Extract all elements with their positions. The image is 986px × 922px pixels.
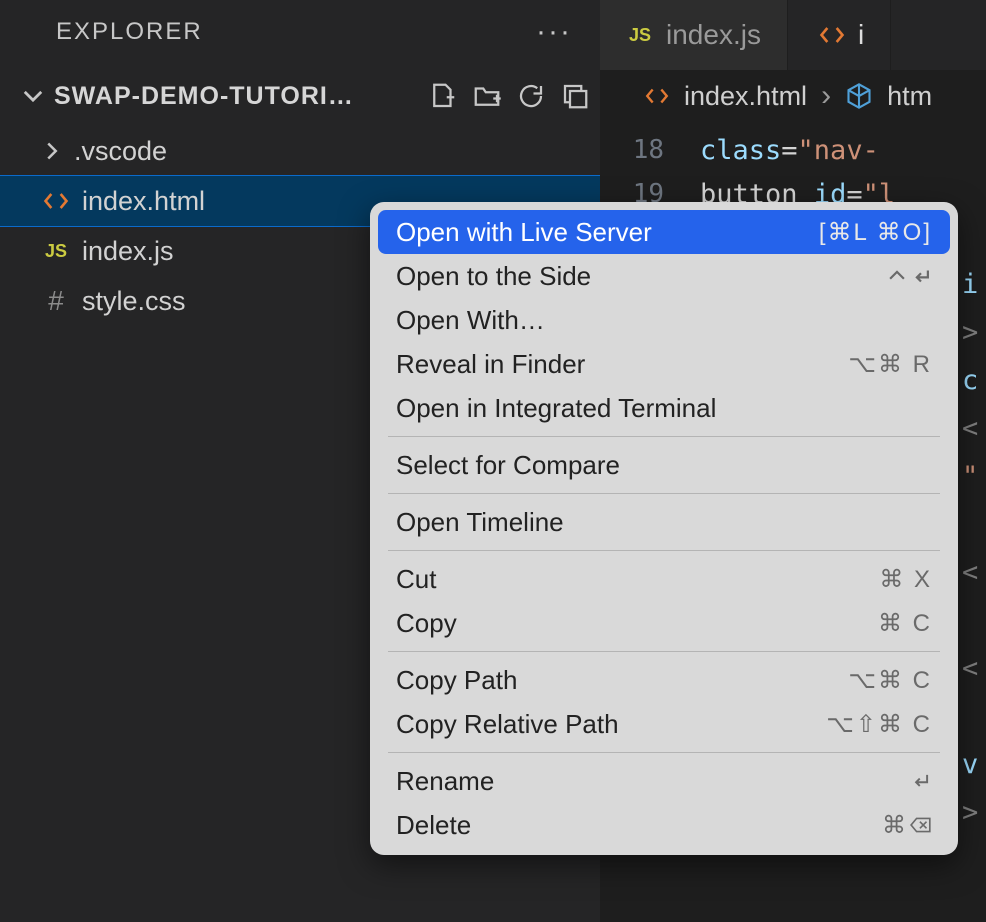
chevron-right-icon [42,141,62,161]
context-menu: Open with Live Server [⌘L ⌘O] Open to th… [370,202,958,855]
menu-open-timeline[interactable]: Open Timeline [378,500,950,544]
editor-tabs: JS index.js i [600,0,986,70]
menu-label: Open With… [396,305,545,336]
explorer-header: EXPLORER ··· [0,0,600,70]
menu-label: Open to the Side [396,261,591,292]
menu-separator [388,550,940,551]
breadcrumb-symbol: htm [887,81,932,112]
js-file-icon: JS [42,241,70,262]
breadcrumb-file: index.html [684,81,807,112]
menu-label: Open with Live Server [396,217,652,248]
section-header[interactable]: SWAP-DEMO-TUTORI… [0,70,600,122]
menu-label: Cut [396,564,436,595]
menu-shortcut: ⌘ X [879,565,932,594]
menu-shortcut: ⌘ C [878,609,932,638]
css-file-icon: # [42,285,70,317]
delete-icon [910,814,932,836]
enter-icon [910,265,932,287]
menu-delete[interactable]: Delete ⌘ [378,803,950,847]
html-file-icon [644,83,670,109]
section-title: SWAP-DEMO-TUTORI… [54,82,428,111]
refresh-icon[interactable] [516,81,546,111]
menu-label: Copy Relative Path [396,709,619,740]
html-file-icon [42,187,70,215]
tree-item-label: index.js [82,236,174,267]
tab-label: index.js [666,19,761,51]
chevron-right-icon: › [821,79,831,113]
menu-copy-path[interactable]: Copy Path ⌥⌘ C [378,658,950,702]
menu-shortcut: [⌘L ⌘O] [819,218,932,247]
tab-partial[interactable]: i [788,0,891,70]
section-actions [428,81,590,111]
code-edge: i > c < " < < v > [962,260,986,836]
js-file-icon: JS [626,25,654,46]
tab-label: i [858,19,864,51]
menu-label: Open in Integrated Terminal [396,393,716,424]
menu-separator [388,651,940,652]
explorer-title: EXPLORER [56,18,203,46]
tree-item-label: .vscode [74,136,167,167]
breadcrumb[interactable]: index.html › htm [600,70,986,122]
symbol-icon [845,82,873,110]
menu-open-to-side[interactable]: Open to the Side [378,254,950,298]
new-folder-icon[interactable] [472,81,502,111]
menu-open-terminal[interactable]: Open in Integrated Terminal [378,386,950,430]
tree-item-label: index.html [82,186,205,217]
menu-separator [388,493,940,494]
chevron-down-icon [22,85,44,107]
collapse-icon[interactable] [560,81,590,111]
menu-label: Reveal in Finder [396,349,585,380]
html-file-icon [818,21,846,49]
menu-label: Select for Compare [396,450,620,481]
menu-copy[interactable]: Copy ⌘ C [378,601,950,645]
line-number: 18 [600,135,700,165]
menu-shortcut: ⌥⌘ C [848,666,932,695]
tree-folder-vscode[interactable]: .vscode [0,126,600,176]
menu-shortcut [886,265,932,287]
menu-open-with[interactable]: Open With… [378,298,950,342]
new-file-icon[interactable] [428,81,458,111]
menu-rename[interactable]: Rename [378,759,950,803]
menu-label: Copy [396,608,457,639]
menu-shortcut: ⌥⌘ R [848,350,932,379]
menu-copy-relative-path[interactable]: Copy Relative Path ⌥⇧⌘ C [378,702,950,746]
menu-shortcut: ⌘ [882,811,932,840]
code-line: 18 class = "nav- [600,128,986,172]
menu-select-compare[interactable]: Select for Compare [378,443,950,487]
menu-label: Delete [396,810,471,841]
menu-separator [388,752,940,753]
menu-reveal-finder[interactable]: Reveal in Finder ⌥⌘ R [378,342,950,386]
more-icon[interactable]: ··· [536,15,572,49]
menu-shortcut: ⌥⇧⌘ C [826,710,932,739]
menu-separator [388,436,940,437]
menu-label: Copy Path [396,665,517,696]
tree-item-label: style.css [82,286,186,317]
menu-shortcut [910,770,932,792]
menu-open-live-server[interactable]: Open with Live Server [⌘L ⌘O] [378,210,950,254]
menu-label: Rename [396,766,494,797]
tab-index-js[interactable]: JS index.js [600,0,788,70]
enter-icon [910,770,932,792]
menu-label: Open Timeline [396,507,564,538]
menu-cut[interactable]: Cut ⌘ X [378,557,950,601]
chevron-up-icon [886,265,908,287]
